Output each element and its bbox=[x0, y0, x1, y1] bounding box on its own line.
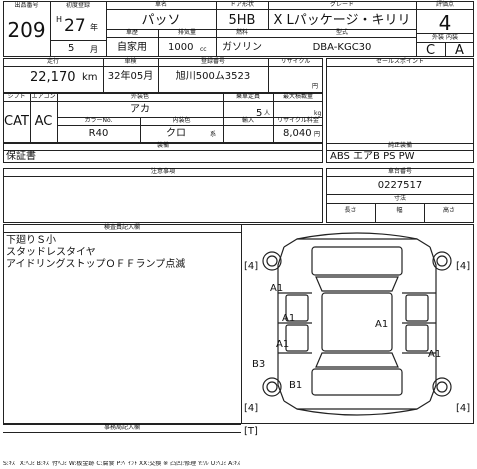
interior-unit: 系 bbox=[210, 131, 217, 138]
damage-code-4: B3 bbox=[252, 359, 266, 370]
equip-label: 装備 bbox=[156, 142, 169, 149]
shaken: 32年05月 bbox=[107, 71, 154, 82]
import-label: 輸入 bbox=[241, 117, 254, 124]
diagram-rear-outline bbox=[283, 400, 431, 410]
reg-year: 27 bbox=[64, 16, 86, 36]
office-label: 事務局記入欄 bbox=[103, 424, 140, 431]
shift-label: シフト bbox=[7, 93, 26, 100]
tire-front-left bbox=[262, 251, 282, 271]
size-height-label: 高さ bbox=[442, 207, 455, 214]
color-no: R40 bbox=[88, 128, 109, 139]
score-label: 評価点 bbox=[435, 1, 454, 8]
damage-code-3: A1 bbox=[276, 339, 290, 350]
fuel: ガソリン bbox=[222, 42, 262, 53]
lot-number: 209 bbox=[7, 18, 46, 42]
aircon: AC bbox=[34, 114, 53, 129]
diagram-rear-bumper bbox=[296, 408, 418, 416]
tire-mark-rl: [4] bbox=[244, 403, 259, 414]
shaken-label: 車検 bbox=[124, 58, 137, 65]
displacement: 1000 bbox=[168, 42, 194, 53]
damage-code-1: A1 bbox=[270, 283, 284, 294]
recycle-fee-unit: 円 bbox=[314, 131, 321, 138]
inspection-line-1: 下廻りＳ小 bbox=[6, 235, 56, 246]
tire-mark-fl: [4] bbox=[244, 261, 259, 272]
genuine-equip-label: 純正装備 bbox=[387, 142, 412, 149]
month-unit: 月 bbox=[90, 45, 98, 54]
grade-label: グレード bbox=[329, 1, 354, 8]
car-diagram bbox=[262, 232, 452, 416]
mileage-unit: km bbox=[82, 72, 98, 83]
size-length-label: 長さ bbox=[344, 207, 357, 214]
usage-label: 車歴 bbox=[125, 29, 138, 36]
genuine-equip-value: ABS エアB PS PW bbox=[330, 151, 415, 162]
diagram-front-bumper bbox=[296, 232, 418, 240]
recycle-label: リサイクル bbox=[280, 58, 311, 65]
damage-code-7: A1 bbox=[428, 349, 442, 360]
diagram-rear-window bbox=[315, 352, 399, 368]
interior-color-label: 内装色 bbox=[172, 117, 191, 124]
color-label: 外装色 bbox=[130, 93, 149, 100]
color-no-label: カラーNo. bbox=[84, 117, 113, 124]
chassis-label: 車台番号 bbox=[387, 168, 412, 175]
diagram-right-side bbox=[429, 246, 437, 402]
aircon-label: エアコン bbox=[31, 93, 56, 100]
lot-label: 出品番号 bbox=[14, 2, 39, 9]
auction-sheet: 出品番号 209 初度登録 H 27 年 5 月 車名 ドア形状 グレード 評価… bbox=[0, 0, 477, 469]
recycle-unit: 円 bbox=[312, 83, 319, 90]
car-name-label: 車名 bbox=[154, 1, 167, 8]
recycle-fee-label: リサイクル料金 bbox=[277, 117, 319, 124]
load-label: 最大積載量 bbox=[282, 93, 313, 100]
grade: X Lパッケージ・キリリ bbox=[273, 13, 411, 28]
fuel-label: 燃料 bbox=[235, 29, 248, 36]
doors: 5HB bbox=[228, 13, 256, 28]
legend-text: S:ｷｽﾞ X:ﾍｺﾐ B:ｷｽﾞ付ﾍｺﾐ W:板金跡 C:腐食 P:ﾍﾟｲﾝﾄ… bbox=[3, 461, 244, 467]
tire-mark-rr: [4] bbox=[456, 403, 471, 414]
model-label: 型式 bbox=[335, 29, 348, 36]
spare-tire-mark: [T] bbox=[244, 426, 258, 437]
model: DBA-KGC30 bbox=[312, 42, 372, 53]
reg-month: 5 bbox=[68, 43, 75, 54]
tire-mark-fr: [4] bbox=[456, 261, 471, 272]
car-name: パッソ bbox=[141, 13, 181, 28]
diagram-front-outline bbox=[283, 238, 431, 248]
mileage-label: 走行 bbox=[46, 58, 59, 65]
inspection-line-2: スタッドレスタイヤ bbox=[6, 247, 96, 258]
usage: 自家用 bbox=[117, 42, 147, 53]
inspection-line-3: アイドリングストップＯＦＦランプ点滅 bbox=[6, 259, 186, 270]
score: 4 bbox=[438, 11, 452, 35]
mileage: 22,170 bbox=[30, 70, 76, 85]
tire-front-right bbox=[432, 251, 452, 271]
cc-unit: cc bbox=[200, 46, 207, 53]
inspection-label: 検査員記入欄 bbox=[103, 224, 140, 231]
recycle-fee: 8,040 bbox=[283, 128, 312, 139]
diagram-left-side bbox=[277, 246, 285, 402]
size-label: 寸法 bbox=[393, 195, 406, 202]
notes-label: 注意事項 bbox=[150, 168, 175, 175]
equip-left-value: 保証書 bbox=[6, 151, 36, 162]
interior-color: クロ bbox=[166, 128, 186, 139]
plate-label: 登録番号 bbox=[200, 58, 225, 65]
diagram-windshield bbox=[315, 276, 399, 292]
capacity-label: 乗車定員 bbox=[235, 93, 260, 100]
diagram-hood bbox=[311, 246, 403, 276]
shift: CAT bbox=[4, 114, 29, 129]
exterior-grade: C bbox=[425, 43, 436, 58]
chassis-number: 0227517 bbox=[377, 180, 423, 191]
diagram-trunk bbox=[311, 368, 403, 396]
size-width-label: 幅 bbox=[396, 207, 403, 214]
sales-points-label: セールスポイント bbox=[375, 58, 424, 65]
displacement-label: 排気量 bbox=[177, 29, 196, 36]
first-reg-label: 初度登録 bbox=[65, 2, 90, 9]
year-unit: 年 bbox=[90, 23, 98, 32]
damage-code-6: A1 bbox=[375, 319, 389, 330]
body-color: アカ bbox=[130, 104, 150, 115]
interior-grade: A bbox=[455, 43, 464, 58]
plate: 旭川500ム3523 bbox=[175, 71, 251, 82]
era: H bbox=[56, 15, 63, 24]
doors-label: ドア形状 bbox=[229, 1, 254, 8]
damage-code-5: B1 bbox=[289, 380, 303, 391]
ext-int-label: 外装 内装 bbox=[432, 34, 458, 41]
damage-code-2: A1 bbox=[282, 313, 296, 324]
